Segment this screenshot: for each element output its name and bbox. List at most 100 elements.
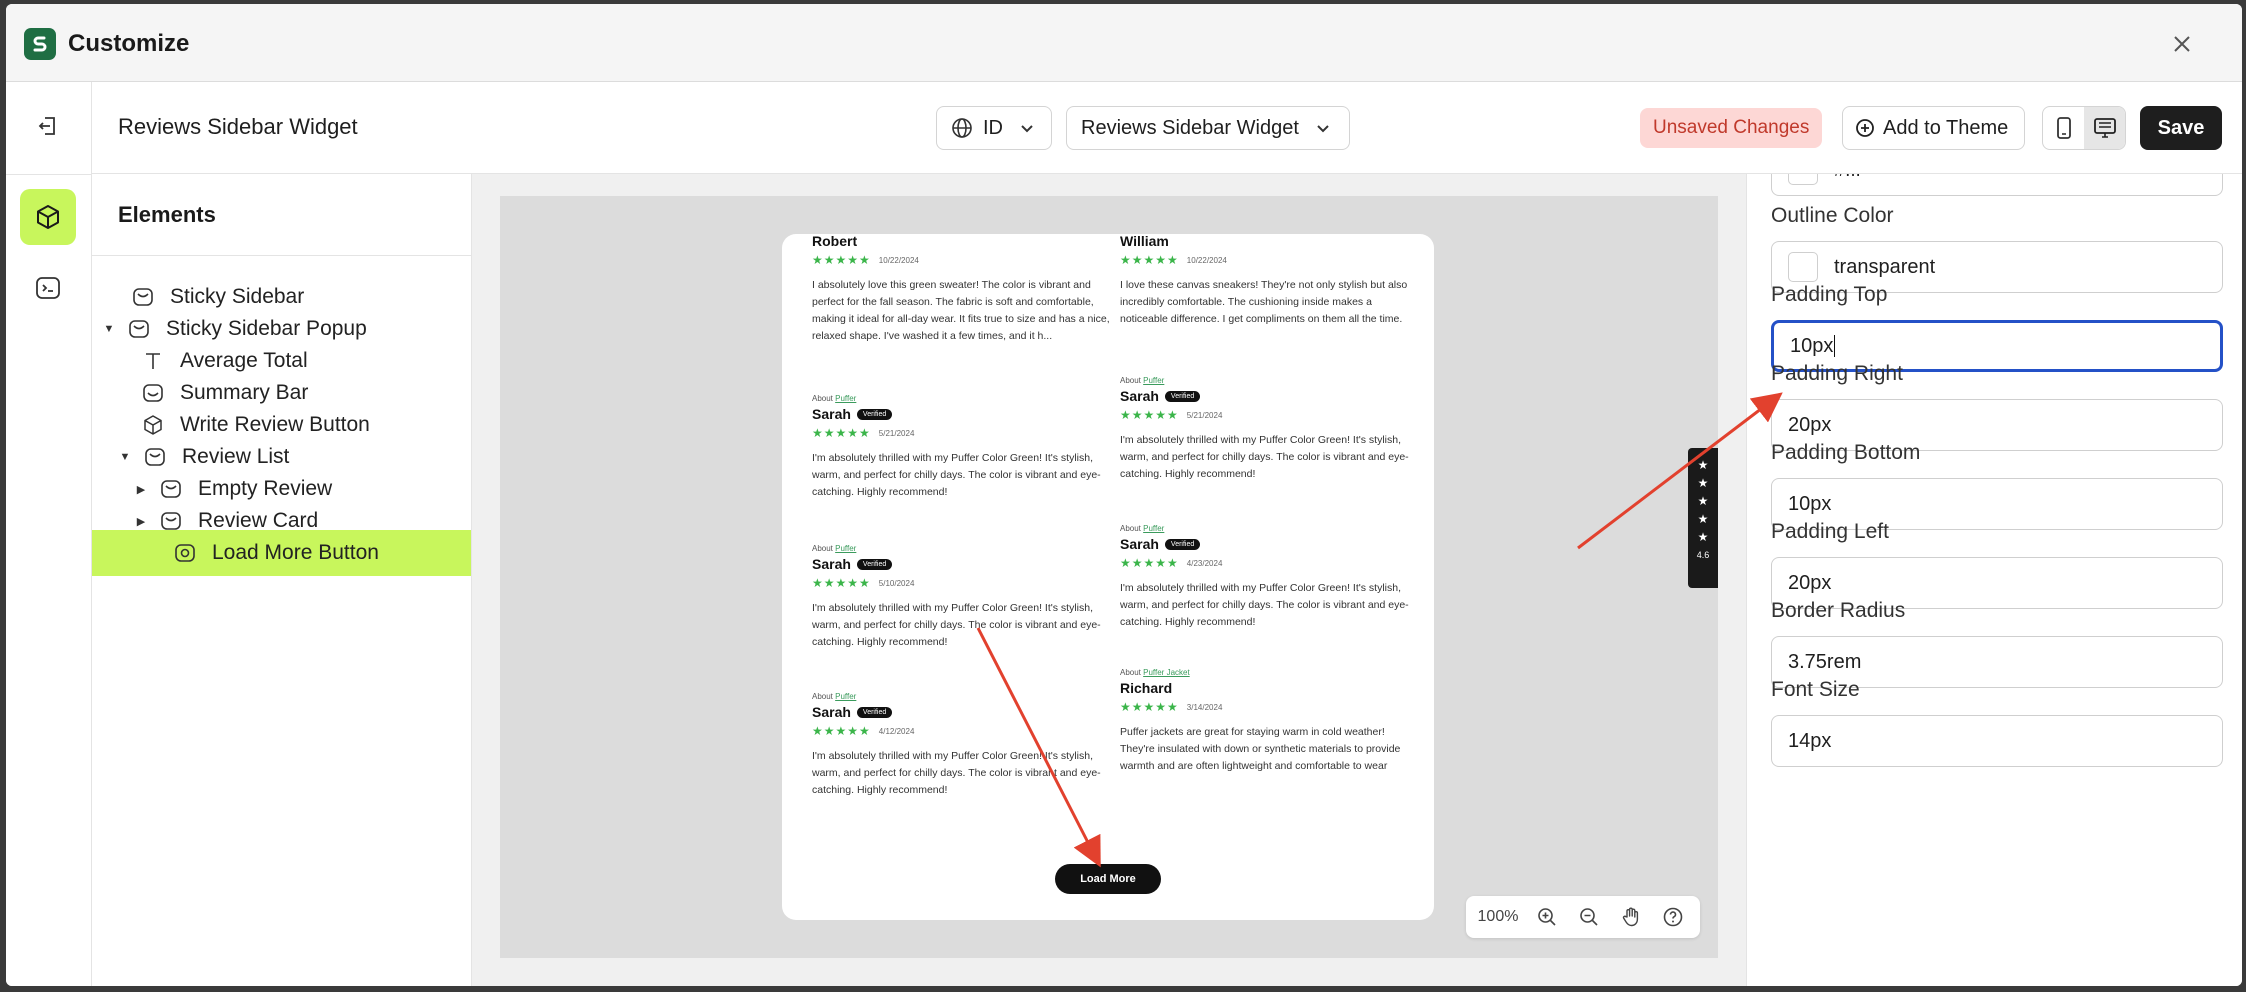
caret-right-icon[interactable]: ▶ [134,515,148,528]
color-field-partial[interactable]: #fff [1771,174,2223,196]
padding-right-value: 20px [1788,413,1832,436]
caret-down-icon[interactable]: ▼ [102,323,116,335]
stars-text: ★★★★★ [812,426,871,440]
product-link[interactable]: Puffer [835,544,856,553]
reviewer-name: Sarah Verified [812,704,1112,720]
rating-stars: ★★★★★ 5/21/2024 [1120,408,1420,422]
customize-window: Customize Reviews Sidebar Widget ID Revi… [6,4,2242,986]
review-card: About Puffer Jacket Richard ★★★★★ 3/14/20… [1120,668,1420,775]
rating-stars: ★★★★★ 10/22/2024 [812,253,1112,267]
outline-color-value: transparent [1834,255,1936,278]
reviewer-name: Sarah Verified [1120,388,1420,404]
desktop-view-icon[interactable] [2084,107,2125,149]
review-body: I love these canvas sneakers! They're no… [1120,279,1408,325]
exit-icon[interactable] [30,108,66,144]
reviewer-name: Sarah Verified [812,406,1112,422]
review-card: William ★★★★★ 10/22/2024 I love these can… [1120,234,1420,328]
color-swatch[interactable] [1788,252,1818,282]
color-value: #fff [1834,174,1861,182]
stars-text: ★★★★★ [812,576,871,590]
elements-title: Elements [118,202,216,227]
product-link[interactable]: Puffer Jacket [1143,668,1190,677]
about-text: About [812,394,833,403]
template-select[interactable]: Reviews Sidebar Widget [1066,106,1350,150]
review-date: 4/23/2024 [1186,558,1223,568]
verified-badge: Verified [856,558,893,570]
template-value: Reviews Sidebar Widget [1081,116,1299,139]
product-link[interactable]: Puffer [1143,376,1164,385]
hand-pan-icon[interactable] [1612,899,1650,935]
review-about: About Puffer [812,544,1112,553]
mobile-view-icon[interactable] [2043,107,2084,149]
review-card: Robert ★★★★★ 10/22/2024 I absolutely love… [812,234,1112,345]
border-radius-value: 3.75rem [1788,650,1862,673]
product-link[interactable]: Puffer [835,394,856,403]
border-radius-label: Border Radius [1771,599,1906,622]
review-card: About Puffer Sarah Verified ★★★★★ 4/23/202… [1120,524,1420,631]
tree-item-load-more-button[interactable]: Load More Button [92,530,471,576]
add-to-theme-button[interactable]: Add to Theme [1842,106,2026,150]
padding-top-label: Padding Top [1771,283,1888,306]
name-text: Sarah [812,704,851,720]
save-button[interactable]: Save [2140,106,2222,150]
review-about: About Puffer [1120,524,1420,533]
zoom-in-icon[interactable] [1528,899,1566,935]
help-icon[interactable] [1654,899,1692,935]
load-more-button[interactable]: Load More [1055,864,1161,894]
tree-item-label: Load More Button [212,541,379,564]
plus-circle-icon [1856,119,1874,137]
review-body: I'm absolutely thrilled with my Puffer C… [812,602,1101,648]
review-date: 10/22/2024 [1186,255,1227,265]
device-toggle [2042,106,2126,150]
review-body: I'm absolutely thrilled with my Puffer C… [812,750,1101,796]
elements-cube-icon[interactable] [20,189,76,245]
stars-text: ★★★★★ [1120,253,1179,267]
padding-bottom-label: Padding Bottom [1771,441,1921,464]
product-link[interactable]: Puffer [835,692,856,701]
reviewer-name: Sarah Verified [1120,536,1420,552]
name-text: Sarah [1120,536,1159,552]
about-text: About [812,544,833,553]
reviewer-name: Sarah Verified [812,556,1112,572]
about-text: About [1120,376,1141,385]
review-about: About Puffer [1120,376,1420,385]
caret-right-icon[interactable]: ▶ [134,483,148,496]
unsaved-changes-badge: Unsaved Changes [1640,108,1823,148]
review-date: 5/10/2024 [878,578,915,588]
code-terminal-icon[interactable] [30,270,66,306]
reviews-popup-card: Robert ★★★★★ 10/22/2024 I absolutely love… [782,234,1434,920]
review-card: About Puffer Sarah Verified ★★★★★ 5/21/202… [1120,376,1420,483]
rating-stars: ★★★★★ 4/12/2024 [812,724,1112,738]
about-text: About [1120,524,1141,533]
outline-color-label: Outline Color [1771,204,1894,227]
top-toolbar: Reviews Sidebar Widget ID Reviews Sideba… [92,82,2242,174]
language-select[interactable]: ID [936,106,1052,150]
review-date: 3/14/2024 [1186,702,1223,712]
verified-badge: Verified [1164,538,1201,550]
reviewer-name: Richard [1120,680,1173,696]
star-icon: ★ [1697,512,1709,526]
rating-stars: ★★★★★ 5/21/2024 [812,426,1112,440]
rating-stars: ★★★★★ 5/10/2024 [812,576,1112,590]
color-swatch[interactable] [1788,174,1818,185]
reviewer-name: William [1120,234,1169,249]
zoom-out-icon[interactable] [1570,899,1608,935]
star-icon: ★ [1697,476,1709,490]
zoom-level: 100% [1477,908,1519,925]
padding-left-value: 20px [1788,571,1832,594]
title-bar: Customize [6,4,2242,82]
name-text: Sarah [812,556,851,572]
rating-stars: ★★★★★ 3/14/2024 [1120,700,1420,714]
stars-text: ★★★★★ [1120,556,1179,570]
verified-badge: Verified [856,408,893,420]
caret-down-icon[interactable]: ▼ [118,451,132,463]
properties-panel: #fff Outline Color transparent Padding T… [1746,174,2242,986]
font-size-input[interactable]: 14px [1771,715,2223,767]
review-about: About Puffer Jacket [1120,668,1420,677]
star-icon: ★ [1697,530,1709,544]
sticky-sidebar-tab[interactable]: ★ ★ ★ ★ ★ 4.6 [1688,448,1718,588]
product-link[interactable]: Puffer [1143,524,1164,533]
close-icon[interactable] [2168,30,2196,58]
review-date: 4/12/2024 [878,726,915,736]
name-text: Sarah [1120,388,1159,404]
